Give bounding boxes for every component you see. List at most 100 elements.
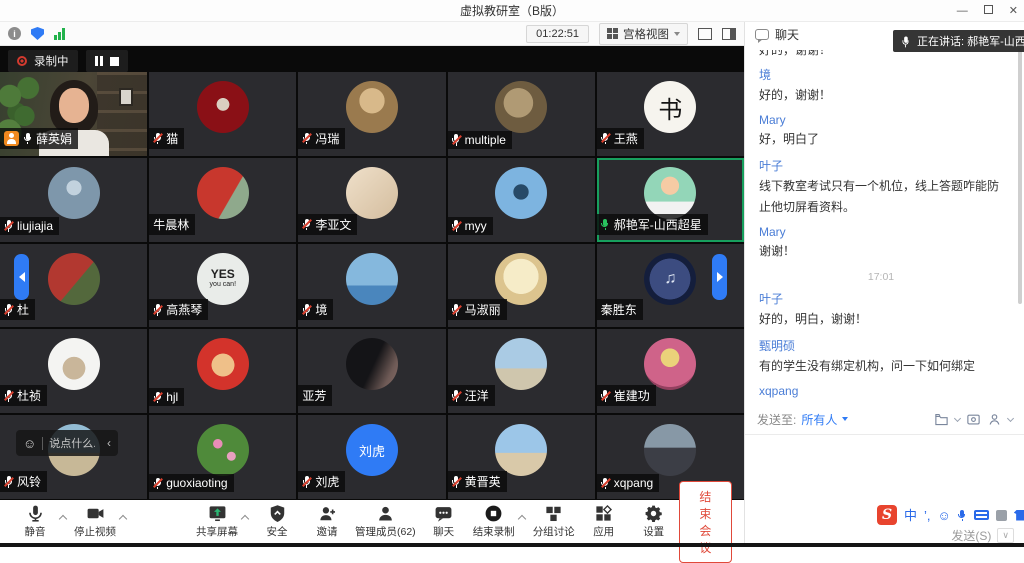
toolbar-record-button[interactable]: 结束录制 — [469, 504, 519, 539]
participant-tile[interactable]: YESyou can!高燕琴 — [149, 244, 296, 328]
participant-tile[interactable]: hjl — [149, 329, 296, 413]
side-panel-layout-icon[interactable] — [722, 28, 736, 40]
ime-language-toggle[interactable]: 中 — [904, 509, 917, 522]
toolbar-breakout-button[interactable]: 分组讨论 — [529, 504, 579, 539]
participant-tile[interactable]: 冯瑞 — [298, 72, 445, 156]
send-button[interactable]: 发送(S) — [951, 527, 991, 544]
toolbar-apps-button[interactable]: 应用 — [579, 504, 629, 539]
ime-voice-icon[interactable] — [958, 509, 967, 522]
participant-tile[interactable]: 牛晨林 — [149, 158, 296, 242]
participant-tile[interactable]: 黄晋英 — [448, 415, 595, 499]
chevron-down-icon[interactable] — [1007, 414, 1014, 421]
participant-tile[interactable]: 崔建功 — [597, 329, 744, 413]
mic-muted-icon — [601, 389, 610, 402]
network-signal-icon[interactable] — [54, 28, 65, 40]
participant-name: liujiajia — [17, 219, 53, 233]
participant-name-label: myy — [448, 217, 493, 235]
toolbar-members-button[interactable]: 管理成员(62) — [352, 504, 419, 539]
close-button[interactable]: ✕ — [1009, 6, 1018, 17]
window-title-bar: 虚拟教研室（B版） — ✕ — [0, 0, 1024, 22]
member-icon[interactable] — [987, 412, 1002, 427]
view-mode-dropdown[interactable]: 宫格视图 — [599, 23, 688, 45]
participant-name-label: 黄晋英 — [448, 471, 507, 492]
toolbar-camera-button[interactable]: 停止视频 — [70, 504, 120, 539]
mic-muted-icon — [153, 477, 162, 490]
avatar — [644, 424, 696, 476]
participant-tile[interactable]: 李亚文 — [298, 158, 445, 242]
participant-tile[interactable]: 风铃 — [0, 415, 147, 499]
chevron-up-icon[interactable] — [119, 515, 127, 523]
ime-punctuation-toggle[interactable]: ’, — [924, 509, 931, 522]
participant-tile[interactable]: 马淑丽 — [448, 244, 595, 328]
mic-muted-icon — [302, 132, 311, 145]
pause-recording-button[interactable] — [95, 56, 104, 66]
chat-message-list[interactable]: 好的，谢谢！ 境好的，谢谢！Mary好，明白了叶子线下教室考试只有一个机位，线上… — [745, 48, 1017, 400]
fullscreen-icon[interactable] — [698, 28, 712, 40]
mic-muted-icon — [452, 303, 461, 316]
participant-name: 境 — [315, 301, 327, 318]
participant-name: multiple — [465, 133, 506, 147]
sogou-ime-logo[interactable]: S — [877, 505, 897, 525]
participant-tile[interactable]: multiple — [448, 72, 595, 156]
avatar — [495, 338, 547, 390]
chevron-down-icon[interactable] — [954, 414, 961, 421]
arrow-right-icon — [717, 272, 723, 282]
toolbar-share-button[interactable]: 共享屏幕 — [192, 504, 242, 539]
participant-tile[interactable]: 汪洋 — [448, 329, 595, 413]
participant-name-label: 境 — [298, 299, 333, 320]
grid-page-prev-button[interactable] — [14, 254, 29, 300]
avatar — [48, 338, 100, 390]
toolbar-shield-button[interactable]: 安全 — [252, 504, 302, 539]
toolbar-invite-button[interactable]: 邀请 — [302, 504, 352, 539]
quick-chat-overlay[interactable]: ☺ 说点什么... ‹ — [16, 430, 118, 456]
toolbar-chat-button[interactable]: 聊天 — [419, 504, 469, 539]
toolbar-mic-button[interactable]: 静音 — [10, 504, 60, 539]
chevron-up-icon[interactable] — [59, 515, 67, 523]
participant-name-label: 风铃 — [0, 471, 47, 492]
chat-icon — [434, 504, 453, 523]
participant-tile[interactable]: 郝艳军-山西超星 — [597, 158, 744, 242]
participant-tile[interactable]: guoxiaoting — [149, 415, 296, 499]
stop-recording-button[interactable] — [110, 57, 119, 66]
avatar — [346, 81, 398, 133]
participant-tile[interactable]: 刘虎刘虎 — [298, 415, 445, 499]
maximize-button[interactable] — [984, 5, 993, 17]
participant-name: myy — [465, 219, 487, 233]
avatar — [346, 253, 398, 305]
grid-page-next-button[interactable] — [712, 254, 727, 300]
record-dot-icon — [17, 56, 27, 66]
send-to-selector[interactable]: 所有人 — [801, 411, 837, 428]
send-options-caret[interactable]: ∨ — [997, 528, 1014, 543]
chat-scrollbar[interactable] — [1018, 48, 1022, 304]
participant-tile[interactable]: 猫 — [149, 72, 296, 156]
file-transfer-icon[interactable] — [934, 412, 949, 427]
chevron-up-icon[interactable] — [517, 515, 525, 523]
ime-skin-icon[interactable] — [1014, 510, 1024, 521]
quick-chat-input[interactable]: 说点什么... — [49, 435, 95, 451]
participant-name-label: multiple — [448, 131, 512, 149]
minimize-button[interactable]: — — [957, 6, 968, 17]
ime-keyboard-icon[interactable] — [974, 510, 989, 520]
participant-name: 郝艳军-山西超星 — [614, 216, 702, 233]
participant-tile[interactable]: 书王燕 — [597, 72, 744, 156]
security-shield-icon[interactable] — [31, 27, 44, 40]
mic-muted-icon — [4, 219, 13, 232]
screenshot-icon[interactable] — [966, 412, 981, 427]
info-icon[interactable]: i — [8, 27, 21, 40]
chevron-up-icon[interactable] — [241, 515, 249, 523]
mic-muted-icon — [452, 475, 461, 488]
toolbar-gear-button[interactable]: 设置 — [629, 504, 679, 539]
emoji-icon[interactable]: ☺ — [23, 437, 36, 450]
participant-tile[interactable]: 薛英娟 — [0, 72, 147, 156]
ime-emoji-icon[interactable]: ☺ — [938, 509, 951, 522]
participant-tile[interactable]: liujiajia — [0, 158, 147, 242]
participant-tile[interactable]: myy — [448, 158, 595, 242]
participant-tile[interactable]: 亚芳 — [298, 329, 445, 413]
ime-toolbox-icon[interactable] — [996, 510, 1007, 521]
mic-icon — [601, 218, 610, 231]
participant-tile[interactable]: 杜祯 — [0, 329, 147, 413]
end-meeting-button[interactable]: 结束会议 — [679, 481, 732, 563]
participant-tile[interactable]: 境 — [298, 244, 445, 328]
collapse-icon[interactable]: ‹ — [107, 436, 111, 450]
avatar — [495, 81, 547, 133]
